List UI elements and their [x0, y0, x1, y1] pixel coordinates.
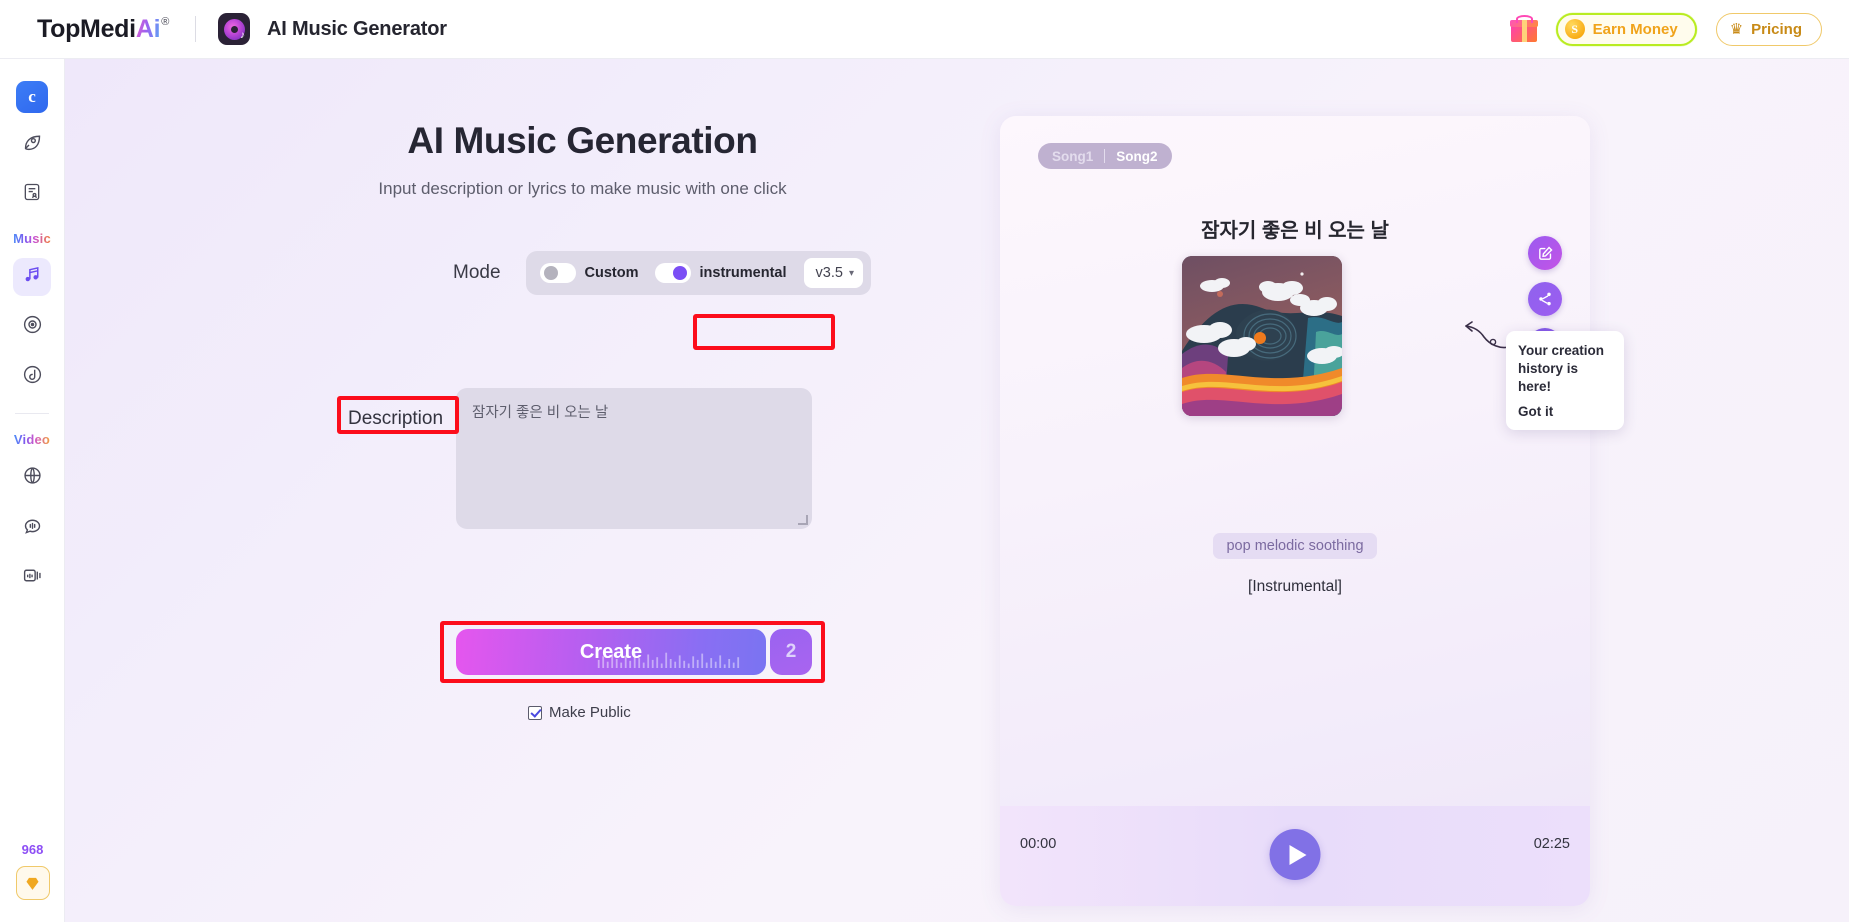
instrumental-toggle-group[interactable]: instrumental: [649, 263, 793, 283]
tooltip-text: Your creation history is here!: [1518, 343, 1605, 395]
music-note-icon: [22, 264, 43, 290]
sidebar-divider: [15, 413, 49, 414]
description-label: Description: [348, 408, 444, 429]
tooltip-arrow-icon: [1465, 321, 1510, 349]
create-count-badge[interactable]: 2: [770, 629, 812, 675]
description-value: 잠자기 좋은 비 오는 날: [472, 405, 609, 421]
main-stage: AI Music Generation Input description or…: [65, 59, 1849, 922]
player-current-time: 00:00: [1020, 836, 1057, 852]
genre-tag-label: pop melodic soothing: [1213, 533, 1377, 559]
onboarding-tooltip: Your creation history is here! Got it: [1506, 331, 1624, 430]
music-disc-icon: ♪: [218, 13, 251, 45]
brand-registered-mark: ®: [161, 15, 170, 28]
instrumental-note: [Instrumental]: [1248, 578, 1342, 595]
generation-heading: AI Music Generation: [407, 120, 758, 161]
sidebar-item-video-library[interactable]: [13, 559, 51, 597]
instrumental-toggle-label: instrumental: [699, 265, 787, 281]
make-public-checkbox[interactable]: Make Public: [528, 704, 631, 721]
brand-name-primary: TopMedi: [37, 14, 136, 43]
vinyl-record-icon: [22, 314, 43, 340]
left-sidebar: c Music Video 968: [0, 59, 65, 922]
gift-icon[interactable]: [1509, 15, 1538, 42]
header-divider: [195, 16, 197, 42]
sidebar-item-audio-fx[interactable]: [13, 358, 51, 396]
generation-subheading: Input description or lyrics to make musi…: [378, 179, 787, 198]
textarea-resize-handle[interactable]: [798, 515, 808, 525]
sidebar-item-talking-avatar[interactable]: [13, 509, 51, 547]
globe-video-icon: [22, 465, 43, 491]
app-header: TopMedi Ai ® ♪ AI Music Generator S Earn M…: [0, 0, 1849, 59]
sidebar-footer: 968: [0, 842, 65, 900]
video-stack-icon: [22, 565, 43, 591]
mode-label: Mode: [453, 262, 501, 283]
make-public-label: Make Public: [549, 704, 631, 721]
brand-name-ai: Ai: [135, 14, 161, 43]
sidebar-group-music: Music: [13, 231, 51, 246]
play-icon[interactable]: [1269, 829, 1321, 880]
model-version-select[interactable]: v3.5 ▾: [803, 258, 863, 288]
pricing-label: Pricing: [1751, 20, 1802, 38]
custom-toggle-label: Custom: [584, 265, 639, 281]
sidebar-item-document[interactable]: [13, 175, 51, 213]
genre-tag: pop melodic soothing: [1000, 533, 1590, 559]
diamond-icon[interactable]: [15, 866, 50, 900]
sidebar-logo[interactable]: c: [16, 81, 48, 113]
credits-count: 968: [21, 842, 44, 857]
song-title: 잠자기 좋은 비 오는 날: [1201, 220, 1389, 242]
sound-swirl-icon: [22, 364, 43, 390]
model-version-value: v3.5: [815, 265, 843, 281]
sidebar-group-video: Video: [13, 432, 51, 447]
instrumental-toggle[interactable]: [654, 263, 691, 283]
share-icon[interactable]: [1528, 282, 1562, 316]
speech-bubble-icon: [22, 515, 43, 541]
crown-icon: ♛: [1729, 20, 1744, 38]
earn-money-button[interactable]: S Earn Money: [1555, 12, 1697, 46]
description-input[interactable]: 잠자기 좋은 비 오는 날: [456, 388, 812, 529]
audio-player: 00:00 02:25: [1000, 806, 1590, 906]
tab-separator: [1104, 149, 1106, 163]
brand-logo[interactable]: TopMedi Ai ®: [37, 15, 169, 44]
tab-song1[interactable]: Song1: [1052, 149, 1093, 164]
checkbox-checked-icon: [528, 705, 542, 720]
sidebar-item-music-generator[interactable]: [13, 258, 51, 296]
header-actions: S Earn Money ♛ Pricing: [1509, 12, 1822, 46]
leaf-edit-icon: [22, 131, 43, 157]
custom-toggle-group[interactable]: Custom: [534, 263, 645, 283]
player-total-time: 02:25: [1533, 836, 1570, 852]
document-person-icon: [22, 182, 42, 207]
custom-toggle[interactable]: [539, 263, 576, 283]
sidebar-item-record[interactable]: [13, 308, 51, 346]
song-tab-group: Song1 Song2: [1038, 143, 1172, 169]
pricing-button[interactable]: ♛ Pricing: [1715, 12, 1822, 46]
edit-icon[interactable]: [1528, 236, 1562, 270]
waveform-decoration: [597, 651, 739, 668]
mode-pill: Custom instrumental v3.5 ▾: [525, 251, 871, 295]
sidebar-item-ai-tools[interactable]: [13, 125, 51, 163]
mode-row: Mode Custom instrumental v3.5 ▾: [453, 251, 871, 295]
result-panel: Song1 Song2 잠자기 좋은 비 오는 날 pop melodic so…: [1000, 116, 1590, 906]
tooltip-got-it-button[interactable]: Got it: [1518, 404, 1553, 419]
earn-money-label: Earn Money: [1592, 20, 1678, 38]
tab-song2[interactable]: Song2: [1116, 149, 1157, 164]
sidebar-item-video-globe[interactable]: [13, 459, 51, 497]
annotation-box-instrumental: [693, 314, 835, 350]
create-row: Create 2: [456, 629, 812, 675]
album-art[interactable]: [1182, 256, 1342, 416]
note-glyph: ♪: [240, 30, 246, 41]
create-button[interactable]: Create: [456, 629, 766, 675]
page-title: AI Music Generator: [267, 17, 447, 40]
chevron-down-icon: ▾: [848, 267, 854, 279]
coin-icon: S: [1564, 19, 1585, 39]
